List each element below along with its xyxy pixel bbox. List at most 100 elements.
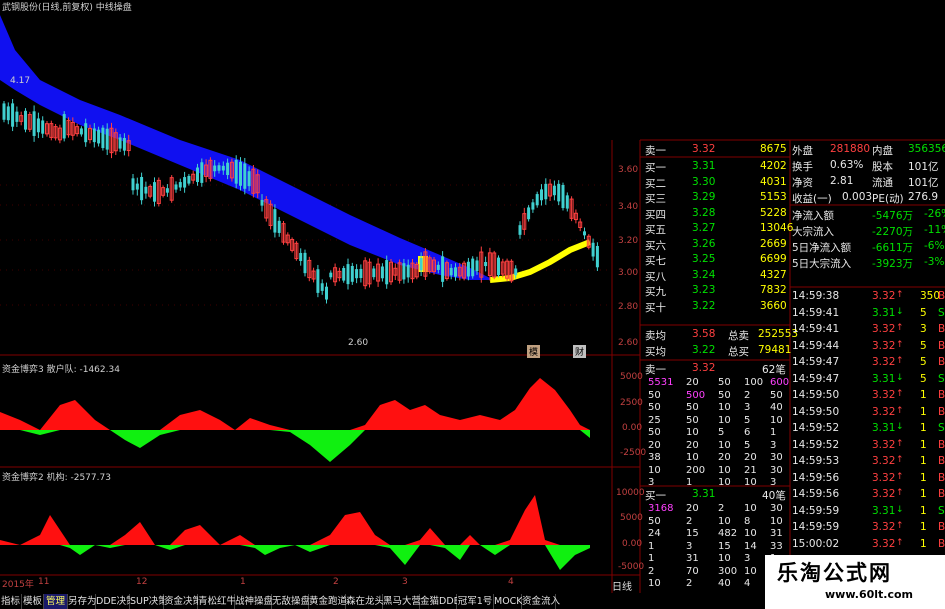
period-label[interactable]: 日线 <box>612 578 632 593</box>
candle-body <box>303 252 307 274</box>
candle-body <box>200 162 204 183</box>
tick-arrow: ↑ <box>896 471 904 482</box>
orderbook-price[interactable]: 3.23 <box>692 284 715 296</box>
candle-body <box>329 272 333 278</box>
queue-cell: 10 <box>718 515 731 527</box>
candle-body <box>15 111 19 122</box>
ind2-y-tick: -5000 <box>618 562 645 572</box>
queue-cell: 5531 <box>648 377 674 388</box>
tick-time: 14:59:50 <box>792 405 840 418</box>
queue-cell: 30 <box>770 452 783 463</box>
tick-volume: 1 <box>920 438 927 451</box>
chart-canvas[interactable] <box>0 0 945 609</box>
candle-body <box>226 162 230 176</box>
tick-price: 3.32 <box>872 488 896 500</box>
candle-body <box>277 220 281 233</box>
bottom-tab[interactable]: 模板 <box>22 594 44 609</box>
bottom-tab[interactable]: 无敌操盘 <box>272 594 310 609</box>
flow-value: -3923万 <box>872 258 914 270</box>
bottom-tab[interactable]: 另存为 <box>68 594 97 609</box>
tick-time: 14:59:59 <box>792 521 840 533</box>
queue-cell: 3168 <box>648 503 674 514</box>
orderbook-price[interactable]: 3.29 <box>692 191 715 203</box>
orderbook-price[interactable]: 3.26 <box>692 238 715 250</box>
tick-direction: B <box>938 339 945 352</box>
orderbook-label: 买十 <box>645 301 666 314</box>
model-badge[interactable]: 模 <box>527 345 541 358</box>
candle-body <box>484 262 488 267</box>
stat-label: 净资 <box>792 177 813 189</box>
candle-body <box>591 242 595 257</box>
bottom-tab[interactable]: 战神操盘 <box>235 594 273 609</box>
queue-count: 62笔 <box>762 364 786 376</box>
candle-body <box>221 165 225 171</box>
bottom-tab[interactable]: 森在龙头 <box>346 594 384 609</box>
tick-volume: 3 <box>920 323 927 335</box>
orderbook-price[interactable]: 3.32 <box>692 143 715 155</box>
candle-body <box>436 264 440 270</box>
orderbook-price[interactable]: 3.31 <box>692 160 715 172</box>
bottom-tab[interactable]: 黑马大营 <box>383 594 421 609</box>
y-tick: 3.40 <box>618 202 639 212</box>
queue-cell: 3 <box>648 477 655 488</box>
orderbook-price[interactable]: 3.30 <box>692 176 715 188</box>
candle-body <box>518 225 522 235</box>
orderbook-price[interactable]: 3.25 <box>692 253 715 265</box>
flow-label: 净流入额 <box>792 210 834 222</box>
queue-cell: 10 <box>744 477 757 488</box>
queue-cell: 3 <box>744 402 751 413</box>
x-axis-label: 11 <box>38 577 50 587</box>
total-label: 总买 <box>728 346 749 358</box>
flow-value: -5476万 <box>872 210 914 222</box>
candle-body <box>419 258 423 271</box>
bottom-tab[interactable]: 金猫DDE <box>420 594 460 609</box>
queue-cell: 50 <box>648 389 661 401</box>
chart-title: 武钢股份(日线,前复权) 中线操盘 <box>2 3 132 13</box>
orderbook-volume: 4031 <box>760 175 787 188</box>
orderbook-label: 买七 <box>645 255 666 267</box>
orderbook-label: 买三 <box>645 193 666 205</box>
queue-cell: 20 <box>744 452 757 463</box>
orderbook-price[interactable]: 3.22 <box>692 300 715 312</box>
bottom-tab[interactable]: 资金决策 <box>164 594 202 609</box>
bottom-tab[interactable]: 黄金跑道 <box>309 594 347 609</box>
queue-cell: 10 <box>744 565 757 577</box>
queue-cell: 40 <box>770 402 783 413</box>
candle-body <box>260 199 264 206</box>
bottom-tab[interactable]: MOCK <box>494 594 523 609</box>
stat-label: PE(动) <box>872 193 904 205</box>
indicator1-positive <box>0 378 590 430</box>
candle-body <box>183 177 187 188</box>
queue-cell: 4 <box>744 578 751 589</box>
tick-direction: B <box>938 537 945 550</box>
orderbook-volume: 8675 <box>760 143 787 155</box>
queue-cell: 31 <box>686 553 699 564</box>
stat-label: 内盘 <box>872 145 893 157</box>
bottom-tab[interactable]: 指标 <box>0 594 22 609</box>
candle-body <box>234 159 238 184</box>
candle-body <box>359 268 363 278</box>
candle-body <box>346 264 350 285</box>
tick-arrow: ↑ <box>896 356 904 366</box>
orderbook-price[interactable]: 3.28 <box>692 207 715 219</box>
tick-arrow: ↑ <box>896 537 904 548</box>
bottom-tab[interactable]: 资金流入 <box>522 594 560 609</box>
tick-arrow: ↑ <box>896 521 904 531</box>
bottom-tab[interactable]: DDE决策 <box>96 594 136 609</box>
bottom-tab[interactable]: SUP决策 <box>130 594 168 609</box>
bottom-tab[interactable]: 青松红牛 <box>198 594 236 609</box>
queue-cell: 100 <box>744 377 764 388</box>
finance-badge[interactable]: 财 <box>573 345 587 358</box>
queue-cell: 10 <box>648 464 661 476</box>
orderbook-price[interactable]: 3.27 <box>692 222 715 234</box>
queue-cell: 3 <box>770 477 777 488</box>
bottom-tab[interactable]: 冠军1号 <box>457 594 494 609</box>
queue-cell: 10 <box>744 503 757 514</box>
orderbook-volume: 4327 <box>760 268 787 281</box>
tick-time: 14:59:56 <box>792 471 840 484</box>
orderbook-price[interactable]: 3.24 <box>692 269 715 281</box>
bottom-tab[interactable]: 管理 <box>44 594 68 609</box>
queue-cell: 25 <box>648 414 661 426</box>
queue-cell: 2 <box>718 503 725 514</box>
queue-cell: 20 <box>686 503 699 514</box>
